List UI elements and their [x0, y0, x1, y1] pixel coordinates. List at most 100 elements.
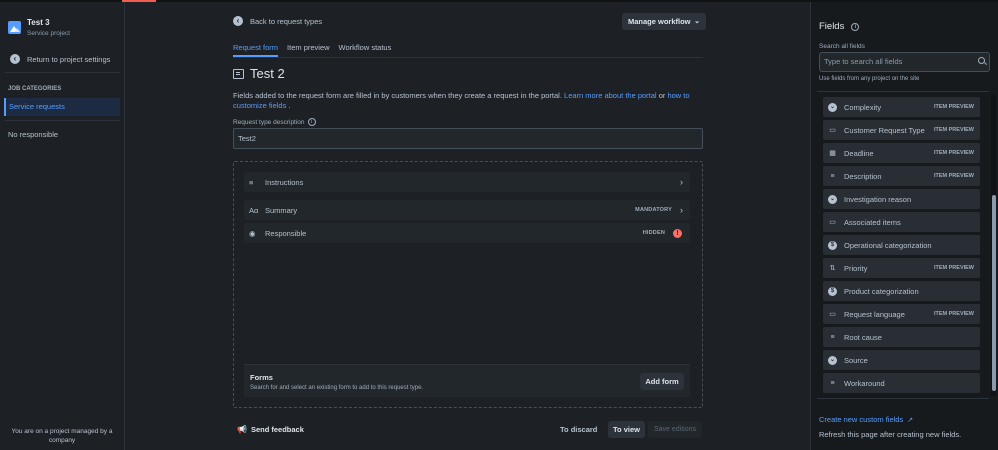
project-name: Test 3: [27, 18, 50, 27]
field-item-product-categorization[interactable]: $ Product categorization: [823, 281, 980, 301]
folder-icon: ▭: [829, 126, 836, 134]
paragraph-icon: ≡: [830, 172, 835, 180]
field-item-complexity[interactable]: ⌄ Complexity ITEM PREVIEW: [823, 97, 980, 117]
request-type-description-label: Request type description i: [233, 118, 316, 126]
manage-workflow-button[interactable]: Manage workflow ⌄: [622, 13, 706, 30]
megaphone-icon: 📢: [237, 425, 247, 434]
field-item-source[interactable]: ⌄ Source: [823, 350, 980, 370]
field-item-deadline[interactable]: ▦ Deadline ITEM PREVIEW: [823, 143, 980, 163]
add-form-button[interactable]: Add form: [640, 373, 684, 390]
return-label: Return to project settings: [27, 54, 111, 64]
return-to-settings-link[interactable]: ‹ Return to project settings: [10, 54, 110, 64]
rtd-label-text: Request type description: [233, 118, 305, 126]
field-item-operational-categorization[interactable]: $ Operational categorization: [823, 235, 980, 255]
hidden-badge: HIDDEN: [642, 230, 665, 236]
warning-icon: !: [673, 228, 682, 238]
item-preview-badge: ITEM PREVIEW: [933, 173, 974, 179]
field-item-description[interactable]: ≡ Description ITEM PREVIEW: [823, 166, 980, 186]
field-item-customer-request-type[interactable]: ▭ Customer Request Type ITEM PREVIEW: [823, 120, 980, 140]
create-link-label: Create new custom fields: [819, 415, 904, 424]
project-type: Service project: [27, 30, 70, 37]
project-header[interactable]: Test 3 Service project: [8, 18, 70, 37]
form-field-responsible[interactable]: ◉ Responsible HIDDEN !: [244, 223, 690, 243]
fields-scrollbar[interactable]: [991, 95, 996, 396]
discard-button[interactable]: To discard: [560, 421, 597, 438]
search-placeholder: Type to search all fields: [824, 57, 903, 66]
tab-workflow-status[interactable]: Workflow status: [339, 43, 392, 57]
field-item-investigation-reason[interactable]: ⌄ Investigation reason: [823, 189, 980, 209]
scroll-thumb[interactable]: [991, 195, 996, 391]
field-item-label: Complexity: [844, 102, 882, 112]
no-responsible-text: No responsible: [8, 130, 59, 139]
tab-request-form[interactable]: Request form: [233, 43, 279, 57]
desc-end: .: [288, 101, 291, 110]
item-preview-badge: ITEM PREVIEW: [933, 311, 974, 317]
field-item-label: Deadline: [844, 148, 874, 158]
external-link-icon: ↗: [907, 416, 914, 424]
paragraph-icon: ≡: [830, 379, 835, 387]
fields-title-text: Fields: [819, 21, 845, 32]
field-item-label: Workaround: [844, 378, 885, 388]
summary-icon: Aα: [249, 205, 259, 215]
field-item-label: Operational categorization: [844, 240, 932, 250]
field-item-label: Product categorization: [844, 286, 919, 296]
dropdown-icon: ⌄: [828, 194, 837, 204]
field-item-root-cause[interactable]: ≡ Root cause: [823, 327, 980, 347]
forms-title: Forms: [250, 373, 273, 382]
info-icon[interactable]: i: [851, 22, 860, 31]
field-item-label: Priority: [844, 263, 868, 273]
form-description: Fields added to the request form are fil…: [233, 91, 693, 111]
folder-icon: ▭: [829, 218, 836, 226]
sidebar-item-service-requests[interactable]: Service requests: [4, 98, 120, 116]
save-editions-button[interactable]: Save editions: [648, 421, 702, 438]
project-avatar-icon: [8, 21, 21, 34]
request-type-description-input[interactable]: Test2: [233, 128, 703, 149]
instructions-icon: ≡: [249, 177, 254, 187]
arrow-left-icon: ‹: [10, 54, 20, 64]
field-item-label: Source: [844, 355, 868, 365]
item-preview-badge: ITEM PREVIEW: [933, 150, 974, 156]
sidebar-divider: [5, 72, 120, 73]
field-item-label: Investigation reason: [844, 194, 912, 204]
category-icon: $: [828, 240, 837, 250]
search-label: Search all fields: [819, 43, 865, 50]
category-icon: $: [828, 286, 837, 296]
request-form-icon: [233, 68, 244, 79]
use-fields-hint: Use fields from any project on the site: [819, 76, 920, 82]
search-icon: [978, 57, 985, 64]
field-item-label: Request language: [844, 309, 905, 319]
paragraph-icon: ≡: [830, 333, 835, 341]
search-fields-input[interactable]: Type to search all fields: [819, 52, 990, 72]
page-title-row: Test 2: [233, 66, 285, 81]
back-to-request-types-link[interactable]: ‹ Back to request types: [233, 16, 322, 26]
create-custom-fields-link[interactable]: Create new custom fields ↗: [819, 415, 913, 424]
to-view-button[interactable]: To view: [608, 421, 645, 438]
refresh-note: Refresh this page after creating new fie…: [819, 430, 962, 439]
field-item-workaround[interactable]: ≡ Workaround: [823, 373, 980, 393]
item-preview-badge: ITEM PREVIEW: [933, 127, 974, 133]
chevron-right-icon: ›: [680, 177, 683, 187]
forms-subtitle: Search for and select an existing form t…: [250, 385, 424, 391]
desc-text: Fields added to the request form are fil…: [233, 91, 562, 100]
form-field-summary[interactable]: Aα Summary MANDATORY ›: [244, 200, 690, 220]
list-divider: [817, 398, 989, 399]
fields-panel: Fields i Search all fields Type to searc…: [810, 2, 998, 450]
form-field-instructions[interactable]: ≡ Instructions ›: [244, 172, 690, 192]
learn-portal-link[interactable]: Learn more about the portal: [564, 91, 657, 100]
field-item-label: Root cause: [844, 332, 882, 342]
desc-or: or: [658, 91, 666, 100]
folder-icon: ▭: [829, 310, 836, 318]
send-feedback-button[interactable]: 📢 Send feedback: [237, 425, 304, 434]
field-item-associated-items[interactable]: ▭ Associated items: [823, 212, 980, 232]
field-label: Summary: [265, 205, 298, 215]
info-icon[interactable]: i: [307, 118, 316, 126]
field-item-request-language[interactable]: ▭ Request language ITEM PREVIEW: [823, 304, 980, 324]
tab-item-preview[interactable]: Item preview: [287, 43, 330, 57]
field-item-priority[interactable]: ⇅ Priority ITEM PREVIEW: [823, 258, 980, 278]
chevron-right-icon: ›: [680, 205, 683, 215]
field-item-label: Customer Request Type: [844, 125, 925, 135]
item-preview-badge: ITEM PREVIEW: [933, 104, 974, 110]
field-label: Responsible: [265, 228, 307, 238]
forms-section: Forms Search for and select an existing …: [244, 364, 690, 397]
field-label: Instructions: [265, 177, 304, 187]
